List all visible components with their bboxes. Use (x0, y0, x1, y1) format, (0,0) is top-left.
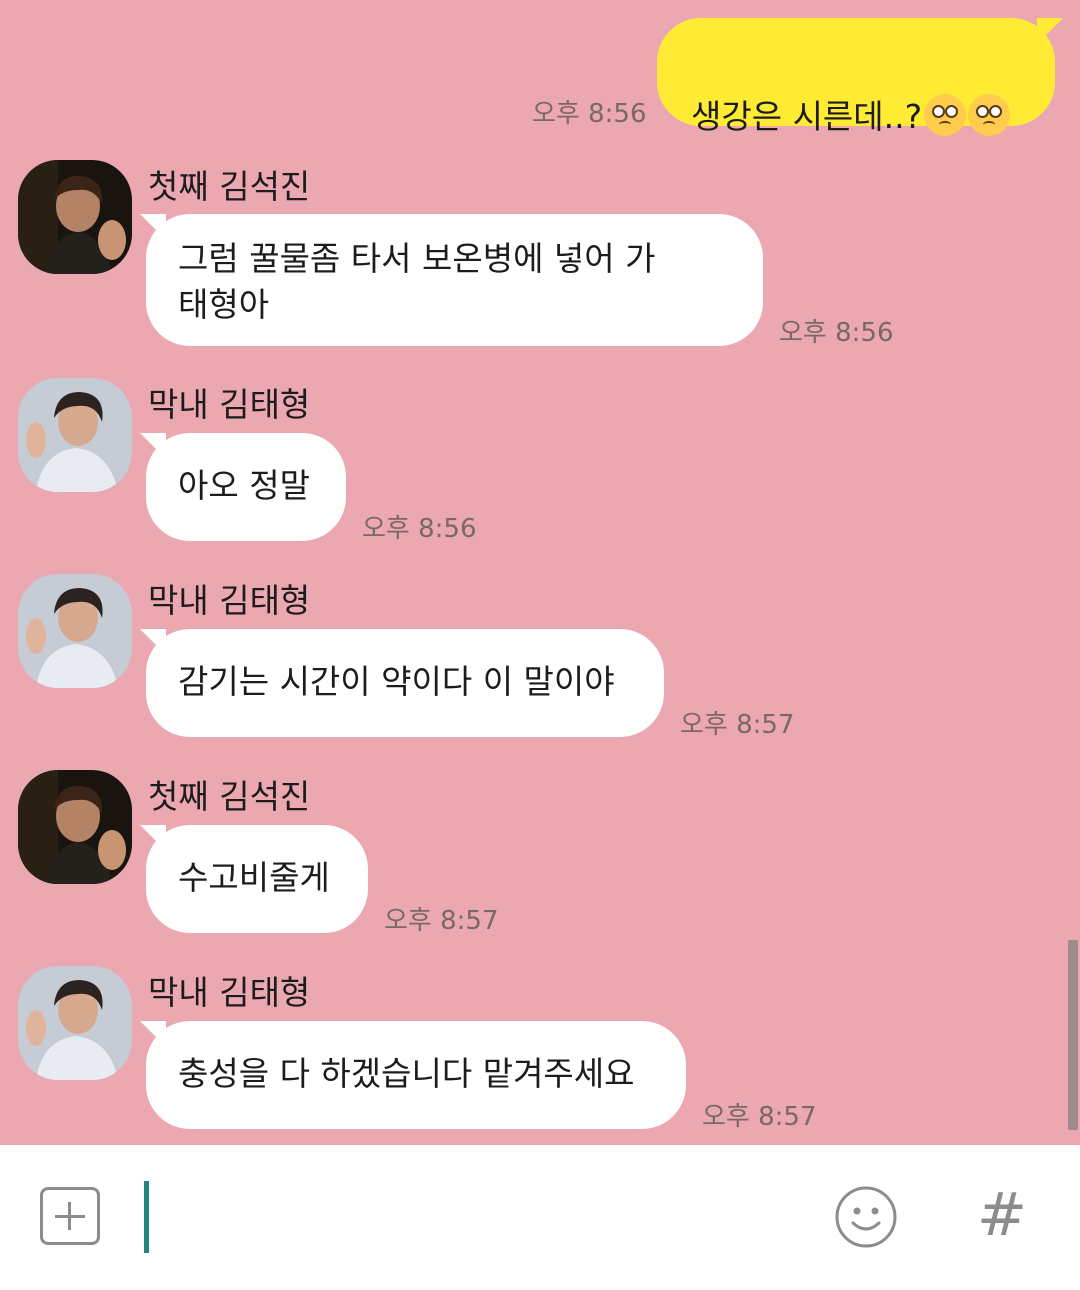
pleading-face-icon (968, 94, 1011, 136)
text-cursor (144, 1181, 149, 1253)
scrollbar[interactable] (1068, 940, 1078, 1130)
plus-icon[interactable] (40, 1187, 100, 1245)
avatar-taehyung[interactable] (18, 378, 132, 492)
avatar-seokjin[interactable] (18, 160, 132, 274)
sender-name: 첫째 김석진 (148, 167, 311, 206)
message-time: 오후 8:57 (384, 906, 499, 936)
message-text: 생강은 시른데..? (691, 97, 923, 136)
sender-name: 막내 김태형 (148, 581, 311, 620)
sender-name: 첫째 김석진 (148, 777, 311, 816)
my-message-bubble[interactable]: 생강은 시른데..? (657, 18, 1063, 136)
chat-area[interactable]: 생강은 시른데..? 오후 8:56 첫째 김석진 그럼 꿀물좀 타서 보온병에… (0, 0, 1080, 1145)
message-time: 오후 8:57 (702, 1102, 817, 1132)
received-message-bubble[interactable]: 감기는 시간이 약이다 이 말이야 (140, 629, 664, 737)
message-time: 오후 8:56 (362, 514, 477, 544)
avatar-taehyung[interactable] (18, 574, 132, 688)
avatar-seokjin[interactable] (18, 770, 132, 884)
avatar-taehyung[interactable] (18, 966, 132, 1080)
message-time: 오후 8:57 (680, 710, 795, 740)
received-message-bubble[interactable]: 수고비줄게 (140, 825, 368, 933)
smile-icon[interactable] (834, 1185, 898, 1249)
input-bar: # (0, 1145, 1080, 1290)
pleading-face-icon (924, 94, 967, 136)
message-time: 오후 8:56 (779, 318, 894, 348)
received-message-bubble[interactable]: 그럼 꿀물좀 타서 보온병에 넣어 가 태형아 (140, 214, 763, 346)
message-time: 오후 8:56 (532, 99, 647, 129)
hashtag-search-button[interactable]: # (972, 1175, 1032, 1255)
sender-name: 막내 김태형 (148, 973, 311, 1012)
message-input[interactable] (160, 1181, 804, 1255)
received-message-bubble[interactable]: 아오 정말 (140, 433, 346, 541)
sender-name: 막내 김태형 (148, 385, 311, 424)
received-message-bubble[interactable]: 충성을 다 하겠습니다 맡겨주세요 (140, 1021, 686, 1129)
